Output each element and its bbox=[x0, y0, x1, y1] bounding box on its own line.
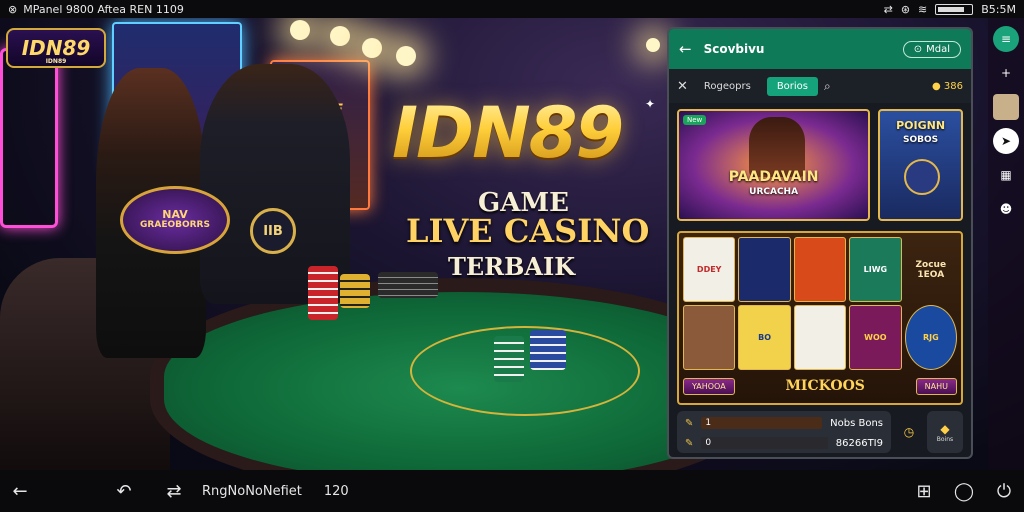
brand-logo: IDN89 IDN89 bbox=[6, 28, 106, 68]
spotlight bbox=[396, 46, 416, 66]
jackpot-side-button[interactable]: ◆ Boins bbox=[927, 411, 963, 453]
share-icon[interactable]: ➤ bbox=[993, 128, 1019, 154]
game-tile[interactable]: WOO bbox=[849, 305, 902, 370]
game-tile[interactable]: LIWG bbox=[849, 237, 902, 302]
grid-footer: YAHOOA MICKOOS NAHU bbox=[683, 373, 957, 399]
game-tile[interactable] bbox=[793, 237, 847, 302]
brand-logo-sub: IDN89 bbox=[45, 58, 67, 65]
brand-logo-text: IDN89 bbox=[21, 36, 91, 60]
bottom-navigation: ← ↶ ⇄ RngNoNoNefiet 120 ⊞ ◯ ⏻ bbox=[0, 470, 1024, 512]
status-time: B5:5M bbox=[981, 2, 1016, 16]
jackpot-row1-value: 1 bbox=[705, 418, 712, 428]
jackpot-row-2: ✎ 0 86266TI9 bbox=[685, 435, 883, 451]
game-grid: DDEY LIWG Zocue 1EOA BO WOO RJG YAHOOA M… bbox=[677, 231, 963, 405]
hero-title: IDN89 bbox=[392, 92, 624, 174]
jackpot-row2-value: 0 bbox=[705, 438, 712, 448]
toggle-icon: ⊙ bbox=[913, 43, 923, 55]
menu-icon[interactable]: ≡ bbox=[993, 26, 1019, 52]
bottom-number: 120 bbox=[323, 483, 349, 499]
spotlight bbox=[362, 38, 382, 58]
table-marking bbox=[410, 326, 640, 416]
game-tile[interactable] bbox=[738, 237, 791, 302]
game-tile[interactable] bbox=[683, 305, 736, 370]
close-icon[interactable]: ✕ bbox=[677, 79, 688, 94]
chip-stack bbox=[494, 336, 524, 382]
jackpot-row1-label: Nobs Bons bbox=[830, 417, 883, 429]
promo-big-title: PAADAVAIN bbox=[728, 169, 819, 185]
spotlight bbox=[646, 38, 660, 52]
promo-small-title: POIGNN bbox=[896, 119, 946, 132]
screen-rotate-icon[interactable]: ⇄ bbox=[154, 481, 194, 502]
settings-icon: ⊗ bbox=[8, 2, 18, 16]
search-icon[interactable]: ⌕ bbox=[824, 79, 831, 94]
trophy-icon: ✎ bbox=[685, 417, 694, 429]
card-shoe bbox=[378, 272, 438, 298]
status-bar: ⊗ MPanel 9800 Aftea REN 1109 ⇄ ⊛ ≋ B5:5M bbox=[0, 0, 1024, 18]
grid-right-button[interactable]: NAHU bbox=[915, 377, 957, 395]
undo-icon[interactable]: ↶ bbox=[104, 481, 144, 502]
hero-line-2: LIVE CASINO bbox=[406, 212, 650, 250]
coin-value: 386 bbox=[943, 80, 963, 92]
jackpot-bar: ✎ 1 Nobs Bons ✎ 0 86266TI9 ◷ ◆ Boins bbox=[677, 411, 963, 453]
game-tile[interactable]: DDEY bbox=[683, 237, 736, 302]
jackpot-box: ✎ 1 Nobs Bons ✎ 0 86266TI9 bbox=[677, 411, 891, 453]
chip-stack bbox=[530, 330, 566, 370]
promo-row: New PAADAVAIN URCACHA POIGNN SOBOS bbox=[669, 103, 971, 227]
battery-icon bbox=[935, 3, 974, 15]
grid-left-button[interactable]: YAHOOA bbox=[683, 377, 735, 395]
grid-center-title: MICKOOS bbox=[785, 378, 865, 394]
game-tile[interactable]: RJG bbox=[904, 305, 957, 370]
card-icon[interactable] bbox=[993, 94, 1019, 120]
spotlight bbox=[290, 20, 310, 40]
game-tile-text[interactable]: Zocue 1EOA bbox=[905, 237, 957, 302]
round-badge: IIB bbox=[250, 208, 296, 254]
jackpot-row2-label: 86266TI9 bbox=[835, 437, 883, 449]
chip-badge-line2: GRAEOBORRS bbox=[140, 220, 210, 231]
jackpot-row-1: ✎ 1 Nobs Bons bbox=[685, 415, 883, 431]
vibrate-icon: ⇄ bbox=[883, 2, 893, 16]
chip-stack bbox=[308, 266, 338, 320]
app-panel: ← Scovbivu ⊙ Mdal ✕ Rogeoprs Borios ⌕ ● … bbox=[667, 27, 973, 459]
right-rail: ≡ + ➤ ▦ ☻ bbox=[988, 18, 1024, 470]
promo-small-sub: SOBOS bbox=[903, 135, 939, 145]
neon-frame bbox=[0, 48, 58, 228]
back-arrow-icon[interactable]: ← bbox=[679, 40, 692, 58]
recent-apps-icon[interactable]: ⊞ bbox=[904, 481, 944, 502]
promo-banner-big[interactable]: New PAADAVAIN URCACHA bbox=[677, 109, 871, 221]
spotlight bbox=[330, 26, 350, 46]
tab-1[interactable]: Borios bbox=[766, 76, 819, 96]
wifi-icon: ≋ bbox=[918, 2, 928, 16]
header-pill-label: Mdal bbox=[926, 43, 950, 55]
panel-header: ← Scovbivu ⊙ Mdal bbox=[669, 29, 971, 69]
power-icon[interactable]: ⏻ bbox=[984, 481, 1024, 502]
tab-0[interactable]: Rogeoprs bbox=[694, 77, 761, 96]
chip-stack bbox=[340, 274, 370, 308]
trophy-icon: ✎ bbox=[685, 437, 694, 449]
coin-balance: ● 386 bbox=[932, 80, 963, 92]
support-icon[interactable]: ☻ bbox=[993, 196, 1019, 222]
promo-big-sub: URCACHA bbox=[749, 187, 799, 197]
promo-banner-small[interactable]: POIGNN SOBOS bbox=[878, 109, 963, 221]
panel-title: Scovbivu bbox=[703, 42, 765, 56]
back-icon[interactable]: ← bbox=[0, 481, 40, 502]
status-left-text: MPanel 9800 Aftea REN 1109 bbox=[23, 2, 184, 16]
hero-line-3: TERBAIK bbox=[448, 252, 576, 281]
bottom-text: RngNoNoNefiet bbox=[202, 483, 302, 499]
chip-badge: NAV GRAEOBORRS bbox=[120, 186, 230, 254]
home-icon[interactable]: ◯ bbox=[944, 481, 984, 502]
promo-tag: New bbox=[683, 115, 707, 125]
game-tile[interactable]: BO bbox=[738, 305, 791, 370]
header-pill-button[interactable]: ⊙ Mdal bbox=[902, 40, 961, 58]
diamond-icon: ◆ bbox=[940, 421, 950, 436]
alarm-icon: ⊛ bbox=[900, 2, 911, 16]
promo-chip-icon bbox=[904, 159, 941, 195]
grid-icon[interactable]: ▦ bbox=[993, 162, 1019, 188]
panel-tabs: ✕ Rogeoprs Borios ⌕ ● 386 bbox=[669, 69, 971, 103]
sparkle-icon: ✦ bbox=[645, 97, 656, 111]
jackpot-side-label: Boins bbox=[936, 435, 954, 443]
game-tile[interactable] bbox=[793, 305, 847, 370]
timer-icon[interactable]: ◷ bbox=[897, 411, 921, 453]
promo-model bbox=[749, 117, 805, 177]
add-icon[interactable]: + bbox=[993, 60, 1019, 86]
